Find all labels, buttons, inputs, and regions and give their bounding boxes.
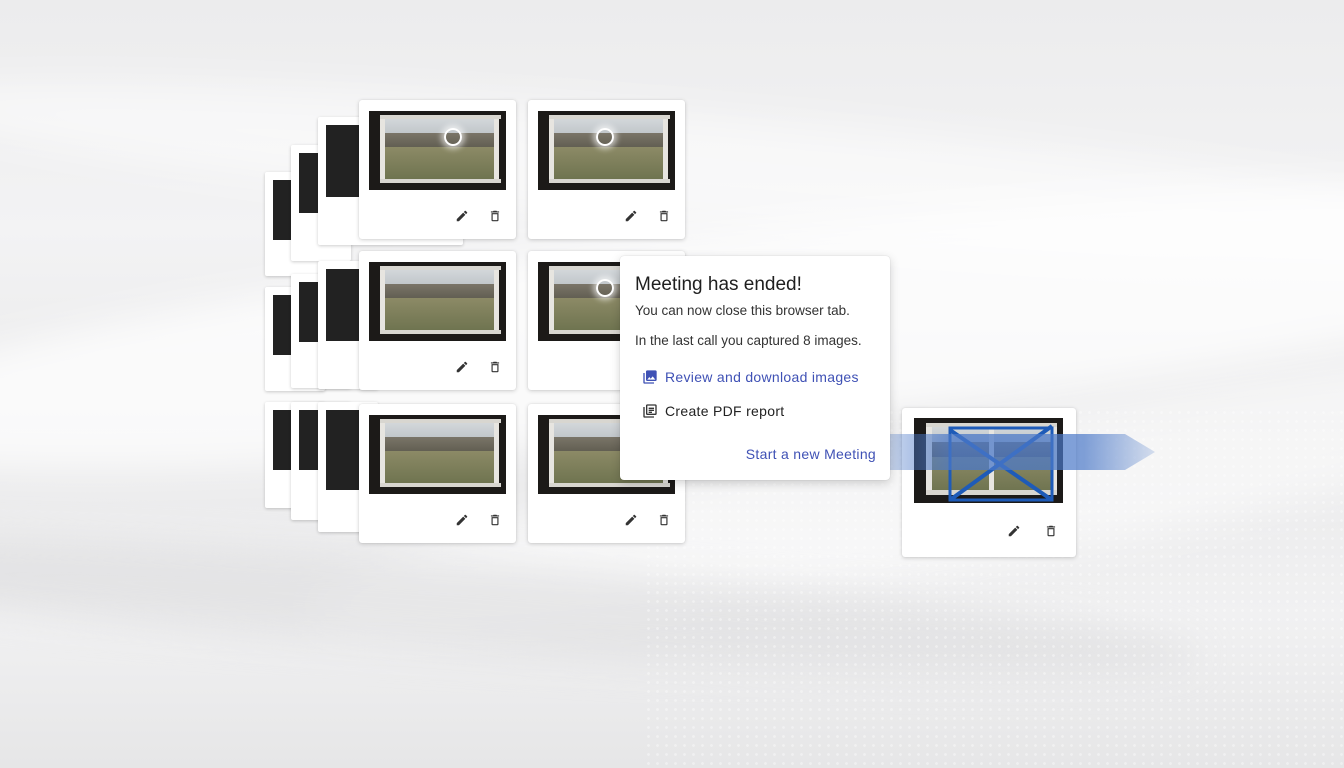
review-download-label: Review and download images (665, 369, 859, 385)
document-stack-icon (643, 404, 657, 418)
trash-icon[interactable] (487, 208, 503, 224)
pencil-icon[interactable] (454, 208, 470, 224)
pencil-icon[interactable] (454, 512, 470, 528)
pencil-icon[interactable] (623, 512, 639, 528)
pencil-icon[interactable] (623, 208, 639, 224)
pencil-icon[interactable] (454, 359, 470, 375)
start-new-meeting-button[interactable]: Start a new Meeting (746, 446, 876, 462)
image-card[interactable] (359, 251, 516, 390)
trash-icon[interactable] (1043, 523, 1059, 539)
create-pdf-link[interactable]: Create PDF report (642, 403, 784, 419)
image-card[interactable] (359, 100, 516, 239)
glass-crack (595, 128, 614, 147)
trash-icon[interactable] (487, 359, 503, 375)
captured-count-text: In the last call you captured 8 images. (635, 333, 862, 348)
trash-icon[interactable] (487, 512, 503, 528)
window-photo (538, 111, 675, 190)
meeting-ended-dialog: Meeting has ended! You can now close thi… (620, 256, 890, 480)
dialog-title: Meeting has ended! (635, 274, 802, 295)
review-download-link[interactable]: Review and download images (642, 369, 859, 385)
dialog-subtitle: You can now close this browser tab. (635, 303, 850, 318)
glass-crack (595, 279, 614, 298)
window-photo (369, 262, 506, 341)
trash-icon[interactable] (656, 512, 672, 528)
motion-arrow-icon (870, 434, 1155, 470)
trash-icon[interactable] (656, 208, 672, 224)
image-card[interactable] (528, 100, 685, 239)
pencil-icon[interactable] (1006, 523, 1022, 539)
window-photo (369, 415, 506, 494)
create-pdf-label: Create PDF report (665, 403, 785, 419)
image-card[interactable] (359, 404, 516, 543)
window-photo (369, 111, 506, 190)
image-gallery-icon (643, 370, 657, 384)
